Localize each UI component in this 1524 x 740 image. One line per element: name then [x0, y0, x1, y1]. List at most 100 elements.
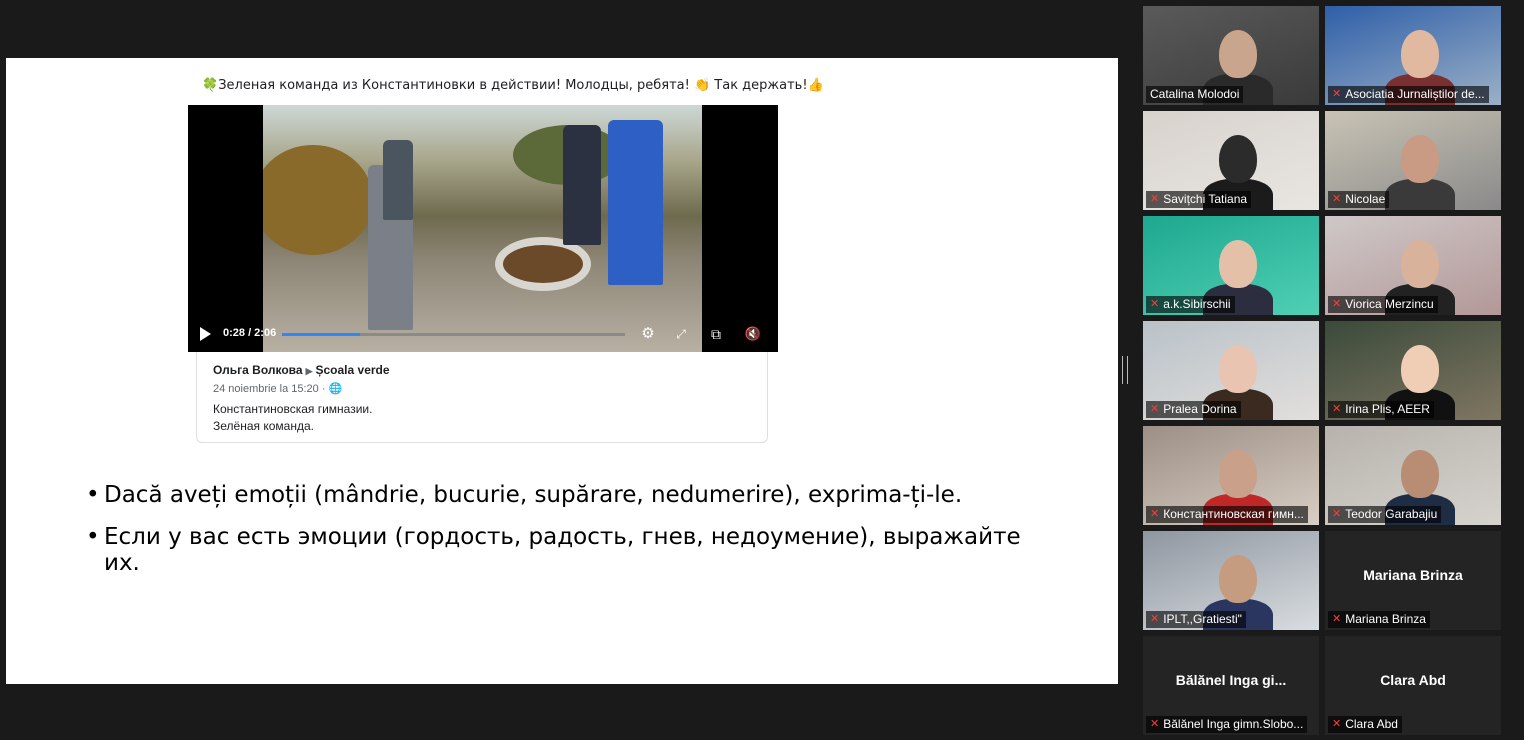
- participant-tile[interactable]: ✕ Irina Plis, AEER: [1325, 321, 1501, 420]
- video-bush: [263, 145, 373, 255]
- participant-name: Bălănel Inga gimn.Slobo...: [1163, 717, 1304, 731]
- bullet-item: • Если у вас есть эмоции (гордость, радос…: [86, 524, 1046, 576]
- author-name[interactable]: Ольга Волкова: [213, 363, 303, 377]
- participant-face: [1219, 30, 1257, 78]
- shared-slide: 🍀Зеленая команда из Константиновки в дей…: [6, 58, 1118, 684]
- participant-face: [1219, 555, 1257, 603]
- video-leaf-pile: [503, 245, 583, 283]
- participant-silhouette: [1385, 179, 1455, 210]
- muted-mic-icon: ✕: [1150, 613, 1160, 625]
- participant-name-label: ✕ Asociatia Jurnaliștilor de...: [1328, 86, 1489, 103]
- participant-display-name: Bălănel Inga gi...: [1175, 672, 1287, 688]
- participant-tile[interactable]: ✕ Savițchi Tatiana: [1143, 111, 1319, 210]
- panel-resize-handle[interactable]: [1122, 356, 1128, 384]
- participant-name-label: ✕ Pralea Dorina: [1146, 401, 1241, 418]
- participant-tile[interactable]: Mariana Brinza ✕ Mariana Brinza: [1325, 531, 1501, 630]
- participant-name: Константиновская гимн...: [1163, 507, 1304, 521]
- muted-mic-icon: ✕: [1332, 193, 1342, 205]
- clover-icon: 🍀: [202, 78, 219, 93]
- participant-name: Nicolae: [1345, 192, 1386, 206]
- participant-name-label: ✕ Savițchi Tatiana: [1146, 191, 1252, 208]
- fb-post-details: Ольга Волкова ▶ Școala verde 24 noiembrie …: [196, 352, 768, 443]
- bullet-item: • Dacă aveți emoții (mândrie, bucurie, su…: [86, 482, 1046, 508]
- participant-name: Viorica Merzincu: [1345, 297, 1434, 311]
- participant-tile[interactable]: ✕ Константиновская гимн...: [1143, 426, 1319, 525]
- participant-name: Mariana Brinza: [1345, 612, 1426, 626]
- participant-tile[interactable]: ✕ Nicolae: [1325, 111, 1501, 210]
- participant-display-name: Mariana Brinza: [1363, 567, 1463, 583]
- bullet-text: Dacă aveți emoții (mândrie, bucurie, sup…: [104, 482, 963, 508]
- participant-tile[interactable]: ✕ a.k.Sibirschii: [1143, 216, 1319, 315]
- muted-mic-icon: ✕: [1332, 88, 1342, 100]
- participant-tile[interactable]: Bălănel Inga gi... ✕ Bălănel Inga gimn.Slo…: [1143, 636, 1319, 735]
- video-person: [563, 125, 601, 245]
- participant-name: Clara Abd: [1345, 717, 1398, 731]
- participant-tile[interactable]: Catalina Molodoi: [1143, 6, 1319, 105]
- picture-in-picture-icon[interactable]: ⧉: [706, 324, 726, 344]
- video-frame: [263, 105, 702, 352]
- muted-mic-icon: ✕: [1150, 403, 1160, 415]
- mute-speaker-icon[interactable]: 🔇: [743, 324, 763, 344]
- participant-face: [1401, 345, 1439, 393]
- embedded-video[interactable]: 0:28 / 2:06 ⚙ ⤢ ⧉ 🔇: [188, 105, 778, 352]
- participant-name: a.k.Sibirschii: [1163, 297, 1231, 311]
- participant-face: [1401, 450, 1439, 498]
- play-icon[interactable]: [200, 327, 211, 341]
- fb-post-date[interactable]: 24 noiembrie la 15:20 · 🌐: [213, 382, 342, 395]
- video-progress-fill: [282, 333, 360, 336]
- muted-mic-icon: ✕: [1332, 508, 1342, 520]
- participant-tile[interactable]: ✕ Teodor Garabajiu: [1325, 426, 1501, 525]
- participant-name: Savițchi Tatiana: [1163, 192, 1248, 206]
- participant-face: [1219, 345, 1257, 393]
- muted-mic-icon: ✕: [1150, 718, 1160, 730]
- fb-post-caption: 🍀Зеленая команда из Константиновки в дей…: [202, 78, 824, 93]
- participant-face: [1219, 450, 1257, 498]
- fb-post-author: Ольга Волкова ▶ Școala verde: [213, 363, 390, 377]
- muted-mic-icon: ✕: [1332, 298, 1342, 310]
- video-time: 0:28 / 2:06: [223, 327, 277, 339]
- video-person: [383, 140, 413, 220]
- muted-mic-icon: ✕: [1332, 403, 1342, 415]
- participant-face: [1401, 240, 1439, 288]
- participant-tile[interactable]: Clara Abd ✕ Clara Abd: [1325, 636, 1501, 735]
- muted-mic-icon: ✕: [1150, 298, 1160, 310]
- fb-post-text-line: Зелёная команда.: [213, 419, 314, 433]
- participant-name-label: ✕ Mariana Brinza: [1328, 611, 1430, 628]
- participant-face: [1219, 135, 1257, 183]
- video-person: [608, 120, 663, 285]
- participant-name: Teodor Garabajiu: [1345, 507, 1438, 521]
- participant-name: Catalina Molodoi: [1150, 87, 1240, 101]
- participant-tile[interactable]: ✕ Pralea Dorina: [1143, 321, 1319, 420]
- participant-name-label: ✕ IPLT,,Gratiesti": [1146, 611, 1246, 628]
- participant-tile[interactable]: ✕ Viorica Merzincu: [1325, 216, 1501, 315]
- caret-right-icon: ▶: [305, 366, 313, 376]
- participant-face: [1401, 30, 1439, 78]
- participant-face: [1401, 135, 1439, 183]
- participant-name-label: ✕ Константиновская гимн...: [1146, 506, 1308, 523]
- muted-mic-icon: ✕: [1150, 193, 1160, 205]
- video-controls: 0:28 / 2:06 ⚙ ⤢ ⧉ 🔇: [188, 316, 778, 352]
- settings-gear-icon[interactable]: ⚙: [638, 324, 658, 344]
- participant-face: [1219, 240, 1257, 288]
- participant-display-name: Clara Abd: [1380, 672, 1446, 688]
- fb-post-text-line: Константиновская гимназии.: [213, 402, 373, 416]
- participant-name-label: ✕ Irina Plis, AEER: [1328, 401, 1434, 418]
- participant-name-label: Catalina Molodoi: [1146, 86, 1244, 103]
- participant-name: Pralea Dorina: [1163, 402, 1237, 416]
- participant-name-label: ✕ a.k.Sibirschii: [1146, 296, 1235, 313]
- bullet-dot: •: [86, 482, 100, 508]
- fullscreen-icon[interactable]: ⤢: [671, 324, 691, 344]
- participant-name-label: ✕ Clara Abd: [1328, 716, 1402, 733]
- muted-mic-icon: ✕: [1150, 508, 1160, 520]
- participant-name-label: ✕ Viorica Merzincu: [1328, 296, 1438, 313]
- participant-name: IPLT,,Gratiesti": [1163, 612, 1242, 626]
- participant-name-label: ✕ Teodor Garabajiu: [1328, 506, 1442, 523]
- group-name[interactable]: Școala verde: [316, 363, 390, 377]
- bullet-text: Если у вас есть эмоции (гордость, радост…: [104, 524, 1021, 576]
- participant-tile[interactable]: ✕ Asociatia Jurnaliștilor de...: [1325, 6, 1501, 105]
- participant-name-label: ✕ Nicolae: [1328, 191, 1390, 208]
- video-progress-bar[interactable]: [282, 333, 625, 336]
- participant-tile[interactable]: ✕ IPLT,,Gratiesti": [1143, 531, 1319, 630]
- participant-name: Irina Plis, AEER: [1345, 402, 1430, 416]
- slide-bullets: • Dacă aveți emoții (mândrie, bucurie, su…: [86, 482, 1046, 592]
